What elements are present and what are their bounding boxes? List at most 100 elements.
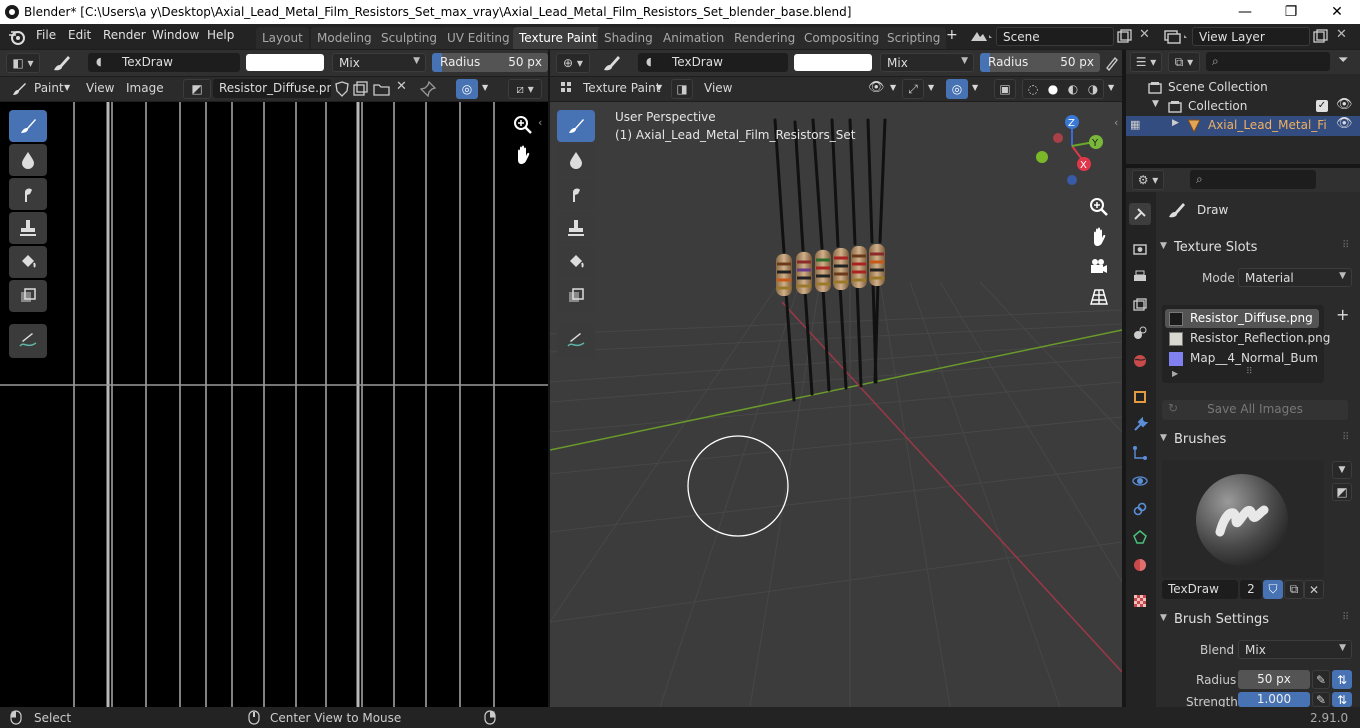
brushes-panel-header[interactable]: ▼ Brushes ⠿ bbox=[1156, 430, 1356, 452]
menu-view[interactable]: View bbox=[86, 81, 114, 95]
menu-render[interactable]: Render bbox=[103, 28, 146, 42]
tab-scripting[interactable]: Scripting bbox=[881, 27, 947, 49]
viewport-canvas[interactable]: Z X Y User Perspective (1) Axial_Lead_Me… bbox=[550, 102, 1122, 707]
chevron-down-icon[interactable]: ▼ bbox=[928, 83, 934, 92]
chevron-down-icon[interactable]: ▼ bbox=[482, 83, 488, 92]
new-view-layer-icon[interactable] bbox=[1313, 29, 1329, 44]
blend-mode-dropdown[interactable]: Mix ▼ bbox=[332, 53, 426, 72]
brush-strength-slider[interactable]: 1.000 bbox=[1238, 692, 1310, 707]
tool-clone[interactable] bbox=[9, 212, 47, 244]
radius-slider[interactable]: Radius 50 px bbox=[432, 53, 548, 72]
tab-material[interactable] bbox=[1129, 554, 1151, 576]
xray-toggle-icon[interactable]: ▣ bbox=[994, 79, 1016, 99]
menu-view[interactable]: View bbox=[704, 81, 732, 95]
new-image-icon[interactable] bbox=[353, 81, 369, 97]
open-folder-icon[interactable] bbox=[373, 81, 391, 97]
material-shading-icon[interactable]: ◐ bbox=[1068, 82, 1078, 96]
tab-shading[interactable]: Shading bbox=[598, 27, 659, 49]
chevron-down-icon[interactable]: ▼ bbox=[1108, 83, 1114, 92]
editor-type-image-icon[interactable]: ◧ ▾ bbox=[6, 53, 40, 73]
tool-soften[interactable] bbox=[557, 144, 595, 176]
strength-unified-toggle-icon[interactable]: ⇅ bbox=[1332, 692, 1352, 707]
maximize-button[interactable]: ❐ bbox=[1268, 0, 1314, 24]
tool-fill[interactable] bbox=[557, 246, 595, 278]
tab-tool[interactable] bbox=[1129, 203, 1151, 225]
zoom-button[interactable] bbox=[1086, 194, 1112, 220]
menu-help[interactable]: Help bbox=[207, 28, 234, 42]
drag-handle-icon[interactable]: ⠿ bbox=[1342, 432, 1349, 443]
menu-window[interactable]: Window bbox=[152, 28, 199, 42]
menu-file[interactable]: File bbox=[36, 28, 56, 42]
tab-particles[interactable] bbox=[1129, 442, 1151, 464]
tool-smear[interactable] bbox=[9, 178, 47, 210]
properties-search-input[interactable]: ⌕ bbox=[1190, 170, 1316, 189]
ortho-toggle-button[interactable] bbox=[1086, 284, 1112, 310]
brush-radius-slider[interactable]: 50 px bbox=[1238, 670, 1310, 689]
pin-icon[interactable] bbox=[420, 81, 436, 97]
outliner-row-scene-collection[interactable]: Scene Collection bbox=[1126, 78, 1360, 98]
display-mode-icon[interactable]: ⧉ ▾ bbox=[1168, 52, 1200, 72]
tab-constraints[interactable] bbox=[1129, 498, 1151, 520]
image-name-field[interactable]: Resistor_Diffuse.png bbox=[213, 79, 331, 98]
brush-color-swatch[interactable] bbox=[246, 54, 324, 71]
mode-dropdown[interactable]: Texture Paint bbox=[583, 81, 660, 95]
minimize-button[interactable]: — bbox=[1222, 0, 1268, 24]
list-expand-chevron-icon[interactable]: ▶ bbox=[1172, 369, 1178, 378]
close-window-button[interactable]: ✕ bbox=[1314, 0, 1360, 24]
solid-shading-icon[interactable]: ● bbox=[1048, 82, 1058, 96]
tab-scene[interactable] bbox=[1129, 322, 1151, 344]
mode-dropdown[interactable]: Paint bbox=[34, 81, 64, 95]
chevron-down-icon[interactable]: ▼ bbox=[890, 83, 896, 92]
tool-smear[interactable] bbox=[557, 178, 595, 210]
texture-slot-item[interactable]: Resistor_Reflection.png bbox=[1165, 329, 1330, 348]
tool-annotate[interactable] bbox=[557, 324, 595, 358]
area-divider[interactable] bbox=[548, 50, 550, 707]
view-layer-icon[interactable] bbox=[1162, 28, 1192, 45]
tab-compositing[interactable]: Compositing bbox=[798, 27, 886, 49]
new-scene-icon[interactable] bbox=[1117, 29, 1133, 44]
tab-uv-editing[interactable]: UV Editing bbox=[441, 27, 516, 49]
save-all-images-button[interactable]: ↻ Save All Images bbox=[1162, 400, 1348, 420]
expand-chevron-icon[interactable]: ▶ bbox=[1172, 118, 1179, 128]
texture-slot-mode-dropdown[interactable]: Material ▼ bbox=[1238, 268, 1352, 287]
viewport-blend-dropdown[interactable]: Mix ▼ bbox=[880, 53, 974, 72]
pan-button[interactable] bbox=[510, 142, 536, 168]
brush-preview[interactable] bbox=[1162, 460, 1324, 578]
tab-output[interactable] bbox=[1129, 266, 1151, 288]
unlink-brush-icon[interactable]: ✕ bbox=[1304, 580, 1324, 599]
viewport-brush-name-field[interactable]: TexDraw bbox=[638, 53, 788, 72]
texture-slots-panel-header[interactable]: ▼ Texture Slots ⠿ bbox=[1156, 238, 1356, 260]
sidebar-toggle-icon[interactable]: ‹ bbox=[538, 116, 542, 129]
outliner-search-input[interactable]: ⌕ bbox=[1206, 52, 1330, 71]
brush-tool-icon[interactable] bbox=[600, 53, 622, 73]
brush-datablock-name-field[interactable]: TexDraw bbox=[1162, 580, 1238, 599]
wireframe-shading-icon[interactable]: ◌ bbox=[1028, 82, 1038, 96]
tool-annotate[interactable] bbox=[9, 324, 47, 358]
gizmo-toggle-icon[interactable]: ⤢ bbox=[902, 79, 924, 99]
visibility-eye-icon[interactable]: 👁 bbox=[868, 80, 885, 95]
tab-modifiers[interactable] bbox=[1129, 414, 1151, 436]
display-channels-icon[interactable]: ⧄ ▾ bbox=[508, 79, 542, 99]
overlay-toggle-icon[interactable]: ◎ bbox=[946, 79, 968, 99]
sidebar-toggle-icon[interactable]: ‹ bbox=[1114, 116, 1118, 129]
strength-pressure-pen-icon[interactable]: ✎ bbox=[1312, 692, 1330, 707]
tab-object[interactable] bbox=[1129, 386, 1151, 408]
tab-texture-paint[interactable]: Texture Paint bbox=[513, 27, 603, 49]
pan-button[interactable] bbox=[1086, 224, 1112, 250]
tool-draw[interactable] bbox=[557, 110, 595, 142]
editor-type-3d-icon[interactable]: ⊕ ▾ bbox=[556, 53, 590, 73]
brush-menu-chevron-icon[interactable]: ▼ bbox=[1332, 461, 1352, 479]
visibility-eye-icon[interactable]: 👁 bbox=[1336, 116, 1353, 131]
brush-tool-icon[interactable] bbox=[50, 53, 72, 73]
tab-rendering[interactable]: Rendering bbox=[728, 27, 802, 49]
tool-fill[interactable] bbox=[9, 246, 47, 278]
tab-world[interactable] bbox=[1129, 350, 1151, 372]
viewport-brush-color-swatch[interactable] bbox=[794, 54, 872, 71]
expand-chevron-icon[interactable]: ▼ bbox=[1152, 99, 1159, 109]
menu-image[interactable]: Image bbox=[126, 81, 164, 95]
overlay-toggle-icon[interactable]: ◎ bbox=[456, 79, 478, 99]
zoom-button[interactable] bbox=[510, 112, 536, 138]
outliner-row-collection[interactable]: ▼ Collection ✓ 👁 bbox=[1126, 97, 1360, 117]
image-canvas[interactable]: ‹ bbox=[0, 102, 548, 707]
pressure-pen-icon[interactable] bbox=[1104, 55, 1120, 71]
